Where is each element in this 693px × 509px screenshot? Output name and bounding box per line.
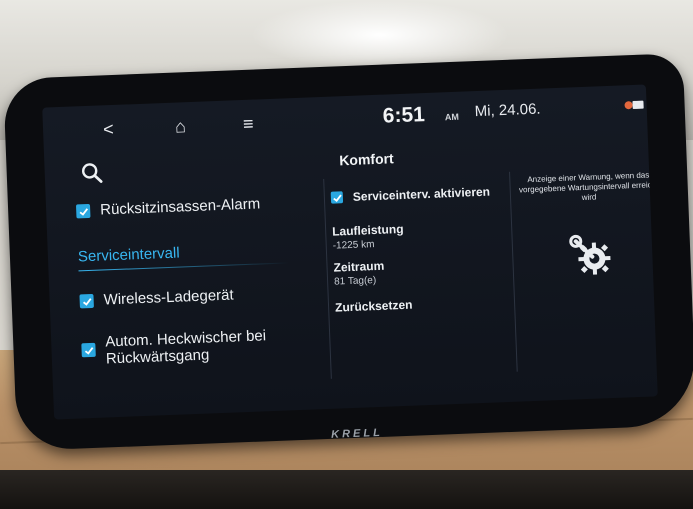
checkbox-checked-icon <box>81 342 96 358</box>
service-enable-toggle[interactable]: Serviceinterv. aktivieren <box>330 184 491 205</box>
status-icons <box>624 100 644 111</box>
clock-date: Mi, 24.06. <box>474 100 541 121</box>
service-enable-label: Serviceinterv. aktivieren <box>352 184 491 204</box>
checkbox-checked-icon <box>79 293 94 309</box>
rear-seat-alarm-toggle[interactable]: Rücksitzinsassen-Alarm <box>75 195 261 219</box>
clock-ampm: AM <box>444 111 460 123</box>
rear-seat-alarm-label: Rücksitzinsassen-Alarm <box>99 195 261 219</box>
checkbox-checked-icon <box>75 203 91 219</box>
window-light <box>250 0 510 70</box>
dashboard-lower-panel <box>0 470 693 509</box>
wireless-charger-label: Wireless-Ladegerät <box>103 286 234 309</box>
home-icon[interactable]: ⌂ <box>175 116 187 137</box>
help-text: Anzeige einer Warnung, wenn das vorgegeb… <box>518 170 658 203</box>
reset-button[interactable]: Zurücksetzen <box>335 298 413 315</box>
column-divider <box>323 178 332 379</box>
infotainment-screen: < ⌂ ≡ 6:51 AM Mi, 24.06. Komfort Rücksit… <box>42 84 658 420</box>
section-heading[interactable]: Serviceintervall <box>78 245 180 266</box>
checkbox-checked-icon <box>330 191 344 204</box>
settings-list: Rücksitzinsassen-Alarm Serviceintervall … <box>75 179 315 367</box>
period-label: Zeitraum <box>333 258 385 275</box>
service-settings: Serviceinterv. aktivieren Laufleistung -… <box>330 172 510 315</box>
clock-time: 6:51 <box>382 103 426 128</box>
menu-icon[interactable]: ≡ <box>243 114 254 135</box>
period-value: 81 Tag(e) <box>333 275 377 288</box>
back-icon[interactable]: < <box>103 119 114 140</box>
service-wrench-gear-icon <box>567 232 615 280</box>
display-bezel: < ⌂ ≡ 6:51 AM Mi, 24.06. Komfort Rücksit… <box>3 53 693 451</box>
rear-wiper-label: Autom. Heckwischer bei Rückwärtsgang <box>104 327 267 368</box>
mileage-label: Laufleistung <box>331 221 404 239</box>
wireless-charger-toggle[interactable]: Wireless-Ladegerät <box>79 287 234 310</box>
mileage-value: -1225 km <box>332 239 375 252</box>
rear-wiper-toggle[interactable]: Autom. Heckwischer bei Rückwärtsgang <box>81 326 292 368</box>
message-icon <box>632 100 644 110</box>
help-panel: Anzeige einer Warnung, wenn das vorgegeb… <box>513 170 658 275</box>
